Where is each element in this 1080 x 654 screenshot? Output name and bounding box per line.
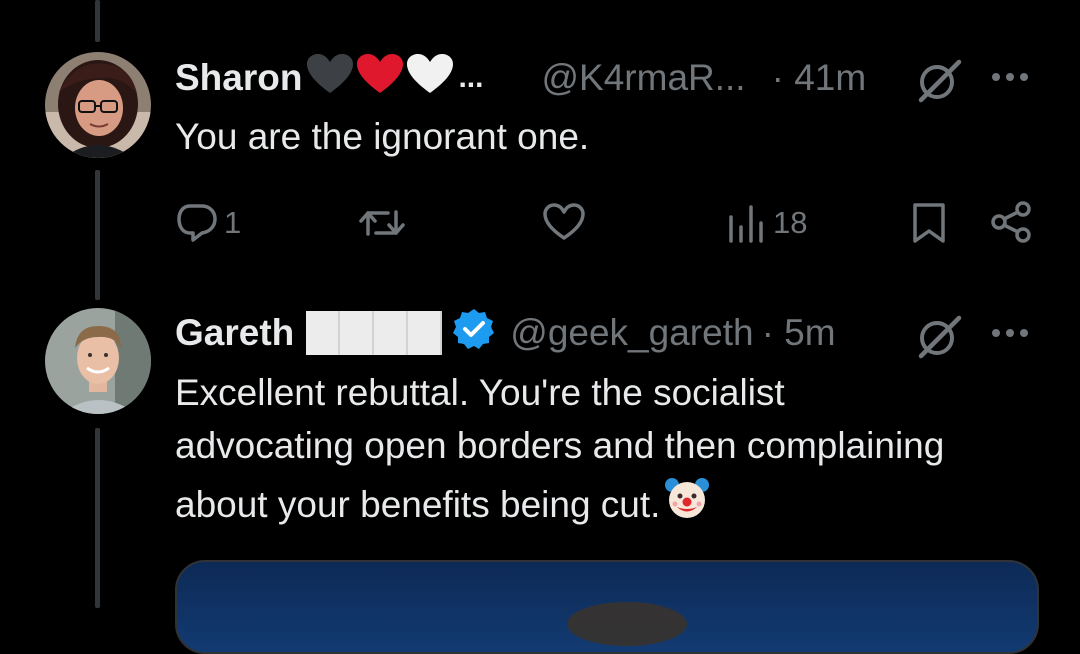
repost-icon xyxy=(359,210,405,236)
display-name[interactable]: Gareth xyxy=(175,312,294,354)
heart-icon xyxy=(543,203,585,240)
grok-icon[interactable] xyxy=(915,56,963,109)
share-icon[interactable] xyxy=(990,200,1032,249)
timestamp[interactable]: · 41m xyxy=(772,57,867,99)
tweet-text-line: Excellent rebuttal. You're the socialist xyxy=(175,372,785,413)
tweet-text: Excellent rebuttal. You're the socialist… xyxy=(175,366,944,536)
handle[interactable]: @K4rmaR... xyxy=(541,57,745,99)
thread-line-bottom xyxy=(95,428,100,608)
grok-icon[interactable] xyxy=(915,312,963,365)
redacted-name-block xyxy=(306,311,443,355)
tweet-header-sharon: Sharon ... @K4rmaR... · 41m xyxy=(175,50,866,106)
display-name[interactable]: Sharon xyxy=(175,57,302,99)
view-count: 18 xyxy=(773,205,808,240)
reply-count: 1 xyxy=(224,205,242,240)
repost-button[interactable] xyxy=(358,204,406,242)
emoji-red-heart xyxy=(356,53,404,104)
clown-face-emoji-icon xyxy=(662,472,712,536)
attached-media-image[interactable] xyxy=(175,560,1039,654)
reply-icon xyxy=(177,204,217,242)
avatar-sharon[interactable] xyxy=(45,52,151,158)
tweet-header-gareth: Gareth @geek_gareth · 5m xyxy=(175,305,836,361)
name-ellipsis: ... xyxy=(458,61,484,94)
verified-badge-icon[interactable] xyxy=(452,307,496,360)
tweet-text: You are the ignorant one. xyxy=(175,116,590,157)
reply-button[interactable]: 1 xyxy=(176,202,241,244)
thread-line-middle xyxy=(95,170,100,300)
views-icon xyxy=(729,205,763,243)
more-options-icon[interactable] xyxy=(990,326,1030,345)
like-button[interactable] xyxy=(543,203,585,241)
avatar-gareth[interactable] xyxy=(45,308,151,414)
tweet-text-line: advocating open borders and then complai… xyxy=(175,425,945,466)
more-options-icon[interactable] xyxy=(990,70,1030,89)
views-button[interactable]: 18 xyxy=(727,203,807,243)
emoji-black-heart xyxy=(306,53,354,104)
emoji-white-heart xyxy=(406,53,454,104)
handle[interactable]: @geek_gareth xyxy=(510,312,753,354)
bookmark-icon[interactable] xyxy=(911,202,947,249)
tweet-text-line: about your benefits being cut. xyxy=(175,483,661,525)
timestamp[interactable]: · 5m xyxy=(762,312,836,354)
thread-line-top xyxy=(95,0,100,42)
